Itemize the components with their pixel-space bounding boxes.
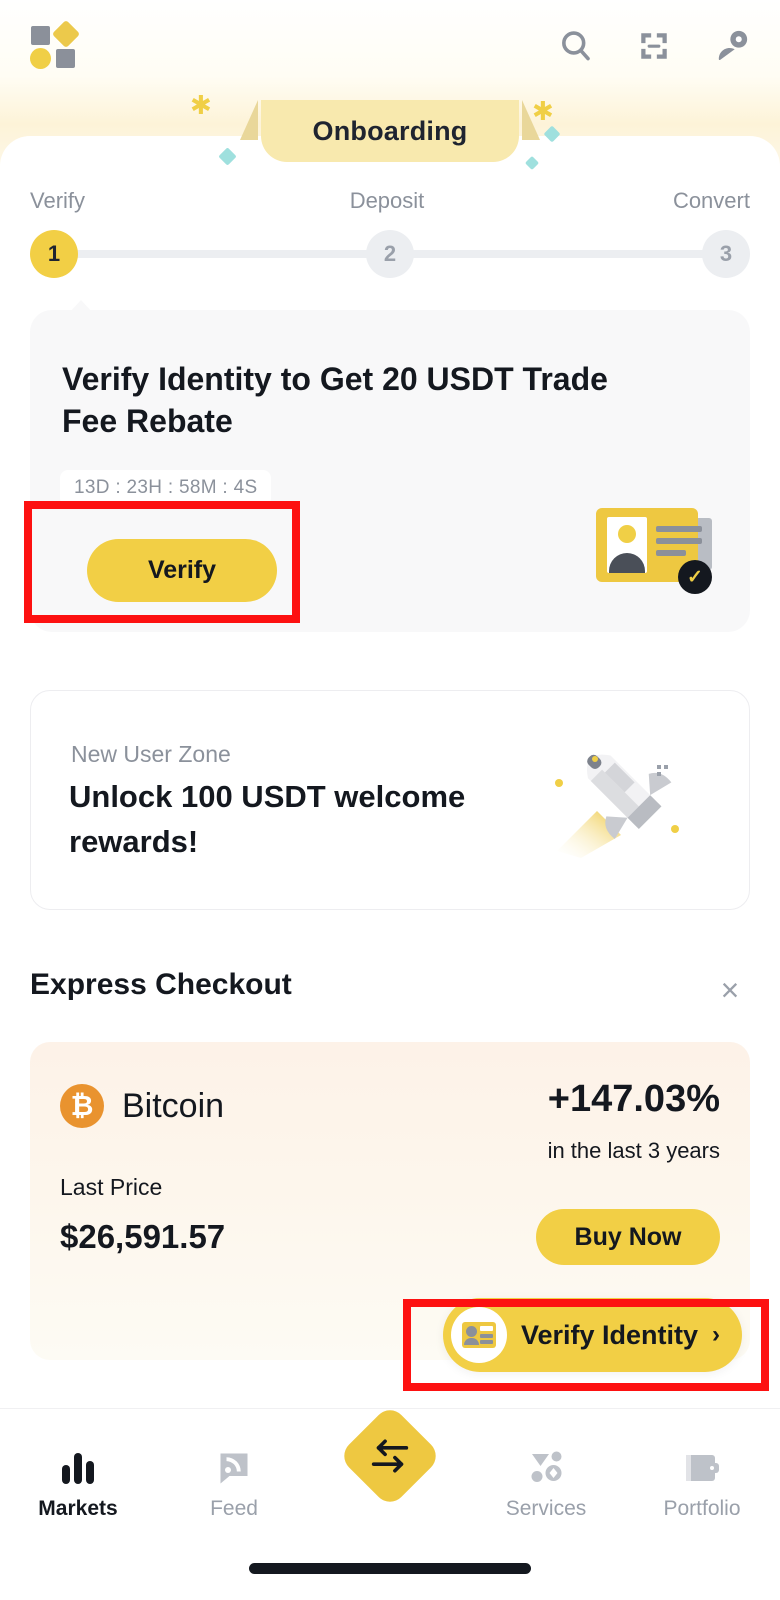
id-card-photo-head	[618, 525, 636, 543]
countdown-timer: 13D : 23H : 58M : 4S	[60, 470, 271, 506]
app-screen: Onboarding ✱ ✱ Verify Deposit Convert 1 …	[0, 0, 780, 1600]
rocket-icon	[539, 723, 709, 863]
logo-square-bottom-right	[56, 49, 75, 68]
search-icon[interactable]	[556, 26, 596, 66]
scan-qr-icon[interactable]	[634, 26, 674, 66]
id-card-line-1	[656, 526, 702, 532]
asset-name: Bitcoin	[122, 1087, 224, 1126]
logo-diamond-top-right	[52, 20, 80, 48]
id-card-line-3	[656, 550, 686, 556]
chevron-right-icon: ›	[712, 1321, 720, 1349]
stepper-label-convert: Convert	[673, 188, 750, 214]
price-change-percent: +147.03%	[548, 1078, 720, 1121]
id-card-illustration: ✓	[586, 500, 716, 600]
sparkle-plus-left: ✱	[190, 92, 212, 118]
stepper-labels: Verify Deposit Convert	[30, 188, 750, 214]
asset-row: ₿ Bitcoin	[60, 1084, 224, 1128]
onboarding-banner: Onboarding	[0, 100, 780, 170]
bottom-navigation: Markets Feed	[0, 1408, 780, 1600]
logo-circle-bottom-left	[30, 48, 51, 69]
stepper-dot-2[interactable]: 2	[366, 230, 414, 278]
nav-label-portfolio: Portfolio	[663, 1497, 740, 1521]
buy-now-button[interactable]: Buy Now	[536, 1209, 720, 1265]
app-logo[interactable]	[28, 23, 82, 69]
onboarding-ribbon: Onboarding	[261, 100, 519, 162]
verify-identity-card: Verify Identity to Get 20 USDT Trade Fee…	[30, 310, 750, 632]
nav-item-portfolio[interactable]: Portfolio	[624, 1409, 780, 1541]
stepper-dots: 1 2 3	[30, 230, 750, 278]
wallet-icon	[683, 1443, 721, 1485]
new-user-zone-title: Unlock 100 USDT welcome rewards!	[69, 775, 489, 865]
nav-item-services[interactable]: Services	[468, 1409, 624, 1541]
nav-label-markets: Markets	[38, 1497, 117, 1521]
swap-button[interactable]	[338, 1404, 443, 1509]
stepper-track: 1 2 3	[30, 230, 750, 278]
bitcoin-icon: ₿	[60, 1084, 104, 1128]
swap-icon	[370, 1438, 410, 1474]
stepper-dot-1-number: 1	[48, 241, 60, 267]
new-user-zone-eyebrow: New User Zone	[71, 741, 231, 768]
last-price-label: Last Price	[60, 1174, 162, 1201]
verify-identity-button[interactable]: Verify Identity ›	[443, 1298, 742, 1372]
close-icon[interactable]: ×	[708, 968, 752, 1012]
id-card-photo	[607, 517, 647, 573]
id-card-line-2	[656, 538, 702, 544]
bottom-nav-items: Markets Feed	[0, 1409, 780, 1541]
nav-item-feed[interactable]: Feed	[156, 1409, 312, 1541]
verify-card-title: Verify Identity to Get 20 USDT Trade Fee…	[62, 358, 662, 442]
verify-button[interactable]: Verify	[87, 539, 277, 602]
home-indicator	[249, 1563, 531, 1574]
nav-label-feed: Feed	[210, 1497, 258, 1521]
stepper-dot-1[interactable]: 1	[30, 230, 78, 278]
logo-square-top-left	[31, 26, 50, 45]
stepper-dot-3[interactable]: 3	[702, 230, 750, 278]
express-checkout-header: Express Checkout	[30, 968, 292, 1002]
id-card-photo-torso	[609, 553, 645, 573]
id-badge-icon	[451, 1307, 507, 1363]
verify-identity-label: Verify Identity	[521, 1320, 698, 1351]
express-checkout-title: Express Checkout	[30, 968, 292, 1002]
sparkle-plus-right: ✱	[532, 98, 554, 124]
bar-chart-icon	[59, 1443, 97, 1485]
onboarding-title: Onboarding	[313, 116, 468, 147]
nav-item-markets[interactable]: Markets	[0, 1409, 156, 1541]
verified-check-icon: ✓	[678, 560, 712, 594]
support-icon[interactable]	[712, 26, 752, 66]
header-actions	[556, 26, 752, 66]
onboarding-stepper: Verify Deposit Convert 1 2 3	[0, 188, 780, 278]
last-price-value: $26,591.57	[60, 1218, 225, 1256]
nav-label-services: Services	[506, 1497, 587, 1521]
stepper-label-verify: Verify	[30, 188, 85, 214]
stepper-label-deposit: Deposit	[350, 188, 425, 214]
price-change-period: in the last 3 years	[548, 1138, 720, 1164]
stepper-dot-2-number: 2	[384, 241, 396, 267]
nav-center-swap	[312, 1409, 468, 1541]
feed-icon	[216, 1443, 252, 1485]
services-icon	[527, 1443, 565, 1485]
ribbon-tail-left	[240, 100, 258, 140]
app-header	[0, 0, 780, 92]
stepper-dot-3-number: 3	[720, 241, 732, 267]
new-user-zone-card[interactable]: New User Zone Unlock 100 USDT welcome re…	[30, 690, 750, 910]
